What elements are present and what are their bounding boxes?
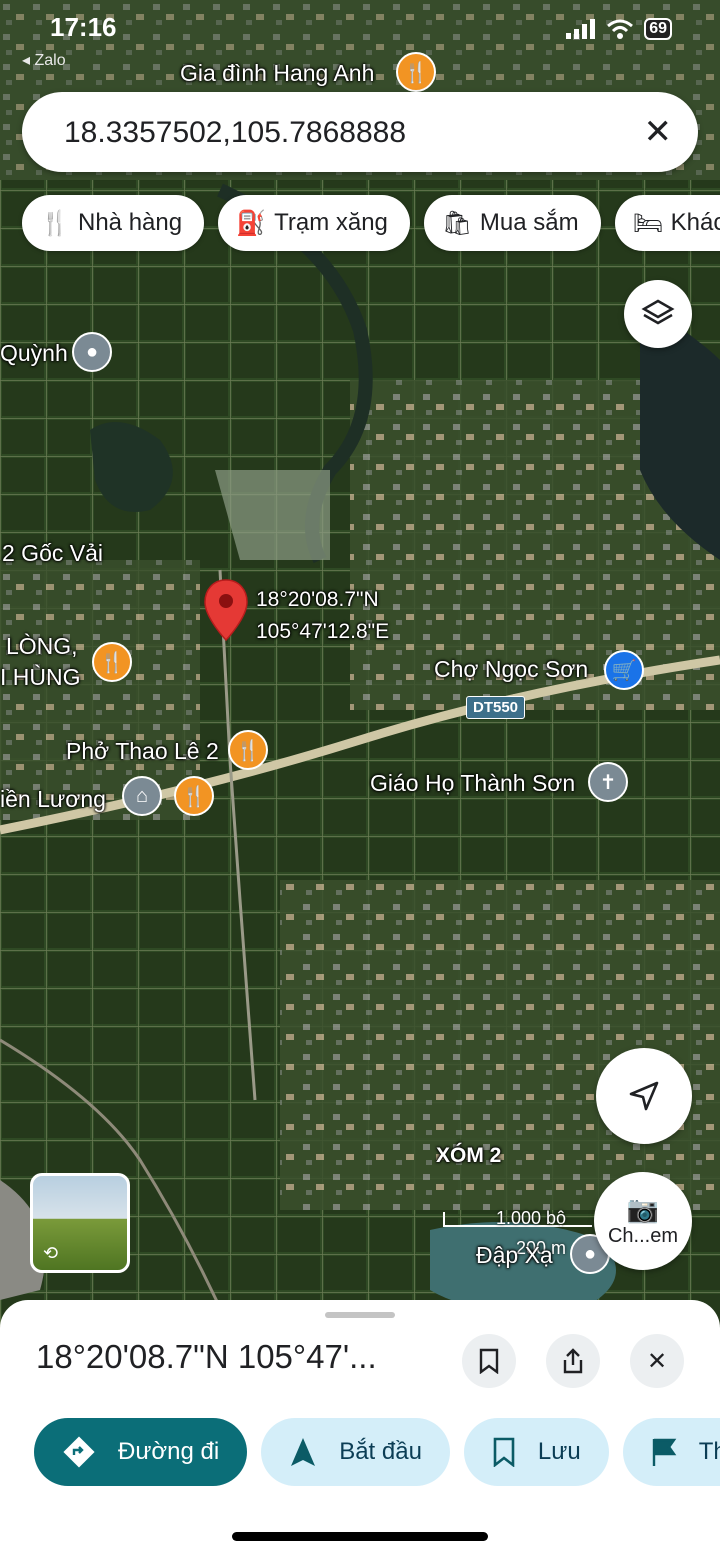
rotate-360-icon: ⟲ [43, 1243, 59, 1263]
map-label-gia-dinh[interactable]: Gia đình Hang Anh [180, 60, 374, 87]
search-input[interactable] [62, 110, 626, 156]
home-indicator[interactable] [232, 1532, 488, 1541]
directions-label: Đường đi [118, 1438, 220, 1465]
restaurant-icon[interactable]: 🍴 [396, 52, 436, 92]
action-buttons: Đường đi Bắt đầu Lưu Th [34, 1418, 720, 1486]
chip-gas-stations[interactable]: ⛽ Trạm xăng [218, 195, 410, 251]
navigation-arrow-icon [629, 1081, 659, 1111]
restaurant-icon[interactable]: 🍴 [174, 776, 214, 816]
share-icon [563, 1348, 583, 1374]
search-bar[interactable]: ✕ [22, 92, 698, 172]
map-label-pho-thao[interactable]: Phở Thao Lê 2 [66, 738, 219, 765]
restaurant-icon: 🍴 [40, 209, 70, 237]
satellite-map[interactable]: 17:16 ◂ Zalo 69 Gia đình Hang Anh 🍴 ✕ 🍴 N… [0, 0, 720, 1330]
shopping-bag-icon: 🛍 [441, 209, 473, 237]
pin-latitude: 18°20'08.7"N [256, 588, 379, 611]
wifi-icon [607, 19, 634, 39]
location-pin-icon[interactable] [203, 578, 249, 642]
layers-button[interactable] [624, 280, 692, 348]
save-label: Lưu [537, 1438, 581, 1465]
pin-longitude: 105°47'12.8"E [256, 620, 390, 643]
chip-shopping[interactable]: 🛍 Mua sắm [423, 195, 601, 251]
map-label-tien-luong[interactable]: iền Lương [0, 786, 106, 813]
chip-label: Mua sắm [479, 209, 579, 236]
map-label-dap-xa[interactable]: Đập Xạ [476, 1242, 553, 1269]
map-label-long[interactable]: LÒNG, [6, 633, 78, 660]
map-label-hung[interactable]: I HÙNG [0, 664, 81, 691]
status-time: 17:16 [50, 12, 117, 42]
road-shield-dt550: DT550 [466, 696, 526, 719]
signal-icon [566, 19, 596, 39]
restaurant-icon[interactable]: 🍴 [228, 730, 268, 770]
close-sheet-button[interactable]: ✕ [630, 1334, 684, 1388]
camera-icon: 📷 [626, 1194, 660, 1224]
chip-label: Trạm xăng [274, 209, 388, 236]
status-bar: 17:16 ◂ Zalo 69 [0, 10, 720, 69]
save-button[interactable]: Lưu [463, 1418, 609, 1486]
bookmark-icon [493, 1437, 515, 1467]
church-icon[interactable]: ✝ [588, 762, 628, 802]
building-icon[interactable]: ⌂ [122, 776, 162, 816]
chip-restaurants[interactable]: 🍴 Nhà hàng [22, 195, 205, 251]
chip-label: Nhà hàng [78, 209, 183, 236]
chip-hotels[interactable]: 🛏 Khác [614, 195, 720, 251]
clear-search-icon[interactable]: ✕ [644, 112, 673, 152]
start-label: Bắt đầu [339, 1438, 422, 1465]
more-button[interactable]: Th [622, 1418, 720, 1486]
share-button[interactable] [546, 1334, 600, 1388]
close-icon: ✕ [646, 1347, 668, 1375]
category-chips: 🍴 Nhà hàng ⛽ Trạm xăng 🛍 Mua sắm 🛏 Khác [22, 195, 720, 251]
layers-icon [641, 299, 675, 325]
camera-search-button[interactable]: 📷 Ch...em [594, 1172, 692, 1270]
flag-icon [652, 1438, 677, 1466]
map-label-xom-2[interactable]: XÓM 2 [436, 1144, 501, 1168]
map-label-quynh[interactable]: Quỳnh [0, 340, 68, 367]
sheet-drag-handle[interactable] [325, 1312, 395, 1318]
restaurant-icon[interactable]: 🍴 [92, 642, 132, 682]
gas-station-icon: ⛽ [236, 209, 266, 237]
chip-label: Khác [670, 209, 720, 236]
camera-label: Ch...em [607, 1225, 679, 1247]
place-icon[interactable]: ● [72, 332, 112, 372]
directions-button[interactable]: Đường đi [34, 1418, 248, 1486]
start-button[interactable]: Bắt đầu [261, 1418, 450, 1486]
map-label-cho-ngoc-son[interactable]: Chợ Ngọc Sơn [434, 656, 588, 683]
navigate-icon [291, 1438, 316, 1466]
shopping-cart-icon[interactable]: 🛒 [604, 650, 644, 690]
scale-imperial: 1.000 bộ [496, 1208, 567, 1228]
street-view-thumbnail[interactable]: ⟲ [30, 1173, 130, 1273]
more-label: Th [698, 1438, 720, 1465]
bookmark-icon [479, 1348, 499, 1374]
back-to-app-link[interactable]: ◂ Zalo [22, 50, 66, 70]
status-icons: 69 [566, 18, 672, 40]
map-label-goc-vai[interactable]: 2 Gốc Vải [2, 540, 103, 567]
save-bookmark-button[interactable] [462, 1334, 516, 1388]
my-location-button[interactable] [596, 1048, 692, 1144]
battery-indicator: 69 [644, 18, 672, 40]
directions-icon [63, 1436, 95, 1468]
place-bottom-sheet: 18°20'08.7"N 105°47'... ✕ Đường đi Bắt đ… [0, 1300, 720, 1559]
map-label-giao-ho[interactable]: Giáo Họ Thành Sơn [370, 770, 575, 797]
place-title: 18°20'08.7"N 105°47'... [36, 1338, 377, 1375]
hotel-icon: 🛏 [632, 209, 664, 237]
